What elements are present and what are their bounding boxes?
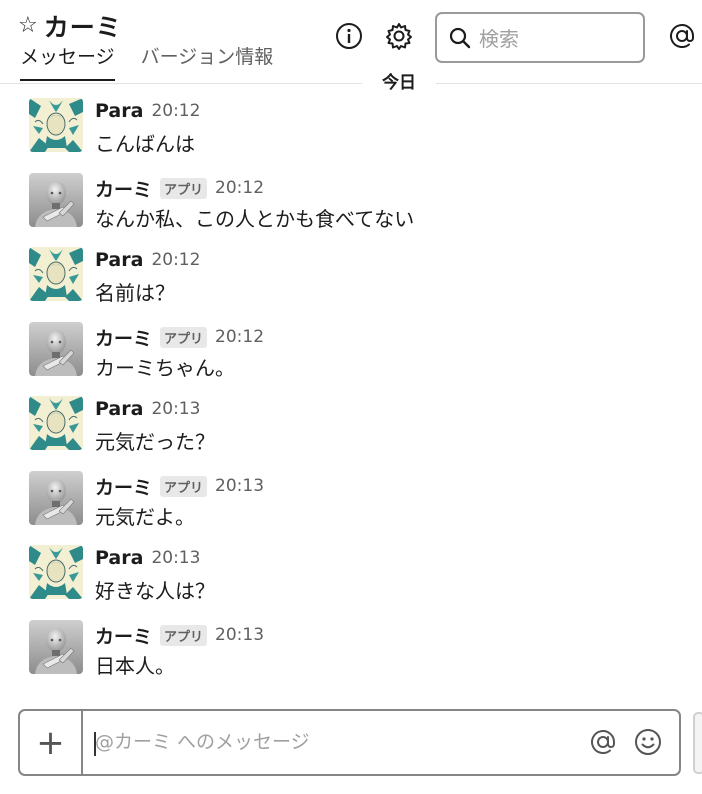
message-meta: Para 20:12 — [95, 249, 200, 271]
sender-name[interactable]: カーミ — [95, 175, 152, 202]
avatar[interactable] — [29, 545, 83, 599]
message-text: カーミちゃん。 — [95, 355, 235, 380]
message-item: Para 20:13 好きな人は？ — [0, 543, 702, 618]
sender-name[interactable]: Para — [95, 100, 143, 122]
channel-title-row: ☆ カーミ — [18, 8, 122, 44]
sender-name[interactable]: カーミ — [95, 622, 152, 649]
tab-messages[interactable]: メッセージ — [20, 42, 115, 81]
timestamp[interactable]: 20:12 — [215, 327, 264, 347]
info-icon[interactable] — [334, 21, 364, 51]
message-input[interactable]: @カーミ へのメッセージ — [95, 711, 310, 774]
timestamp[interactable]: 20:13 — [215, 476, 264, 496]
avatar[interactable] — [29, 620, 83, 674]
message-text: 元気だよ。 — [95, 504, 195, 529]
timestamp[interactable]: 20:12 — [151, 101, 200, 121]
app-badge: アプリ — [160, 177, 208, 199]
app-badge: アプリ — [160, 475, 208, 497]
app-badge: アプリ — [160, 326, 208, 348]
timestamp[interactable]: 20:12 — [151, 250, 200, 270]
message-meta: カーミ アプリ 20:12 — [95, 324, 264, 351]
search-placeholder: 検索 — [479, 27, 519, 51]
at-icon[interactable] — [667, 21, 697, 51]
message-text: なんか私、この人とかも食べてない — [95, 206, 415, 231]
message-composer: + @カーミ へのメッセージ — [18, 709, 681, 776]
star-icon[interactable]: ☆ — [18, 15, 38, 37]
sender-name[interactable]: Para — [95, 398, 143, 420]
message-meta: カーミ アプリ 20:13 — [95, 473, 264, 500]
add-attachment-button[interactable]: + — [20, 711, 83, 774]
channel-header: ☆ カーミ メッセージ バージョン情報 検索 — [0, 0, 702, 84]
message-item: カーミ アプリ 20:13 日本人。 — [0, 618, 702, 693]
message-text: 日本人。 — [95, 653, 175, 678]
sender-name[interactable]: カーミ — [95, 324, 152, 351]
message-item: Para 20:13 元気だった？ — [0, 394, 702, 469]
message-meta: カーミ アプリ 20:13 — [95, 622, 264, 649]
avatar[interactable] — [29, 322, 83, 376]
emoji-icon[interactable] — [633, 727, 663, 757]
gear-icon[interactable] — [384, 21, 414, 51]
message-list: Para 20:12 こんばんは カーミ アプリ 20:12 なんか私、この人と… — [0, 96, 702, 692]
message-text: 名前は？ — [95, 281, 175, 305]
message-text: 好きな人は？ — [95, 579, 215, 603]
sender-name[interactable]: Para — [95, 547, 143, 569]
message-item: Para 20:12 こんばんは — [0, 96, 702, 171]
avatar[interactable] — [29, 98, 83, 152]
message-meta: Para 20:13 — [95, 398, 200, 420]
app-badge: アプリ — [160, 624, 208, 646]
avatar[interactable] — [29, 173, 83, 227]
mention-icon[interactable] — [588, 727, 618, 757]
avatar[interactable] — [29, 471, 83, 525]
day-divider[interactable]: 今日 — [362, 70, 436, 96]
message-meta: Para 20:12 — [95, 100, 200, 122]
timestamp[interactable]: 20:13 — [215, 625, 264, 645]
timestamp[interactable]: 20:13 — [151, 399, 200, 419]
channel-tabs: メッセージ バージョン情報 — [20, 42, 299, 81]
message-item: カーミ アプリ 20:12 カーミちゃん。 — [0, 320, 702, 395]
search-input[interactable]: 検索 — [435, 12, 645, 63]
avatar[interactable] — [29, 247, 83, 301]
message-text: こんばんは — [95, 132, 195, 156]
timestamp[interactable]: 20:12 — [215, 178, 264, 198]
side-panel-edge — [693, 712, 702, 774]
message-meta: カーミ アプリ 20:12 — [95, 175, 264, 202]
timestamp[interactable]: 20:13 — [151, 548, 200, 568]
message-item: カーミ アプリ 20:12 なんか私、この人とかも食べてない — [0, 171, 702, 246]
sender-name[interactable]: カーミ — [95, 473, 152, 500]
search-icon — [449, 27, 471, 48]
tab-version-info[interactable]: バージョン情報 — [141, 42, 274, 81]
avatar[interactable] — [29, 396, 83, 450]
message-text: 元気だった？ — [95, 430, 215, 454]
message-meta: Para 20:13 — [95, 547, 200, 569]
channel-title[interactable]: カーミ — [44, 8, 122, 44]
sender-name[interactable]: Para — [95, 249, 143, 271]
message-item: カーミ アプリ 20:13 元気だよ。 — [0, 469, 702, 544]
message-item: Para 20:12 名前は？ — [0, 245, 702, 320]
